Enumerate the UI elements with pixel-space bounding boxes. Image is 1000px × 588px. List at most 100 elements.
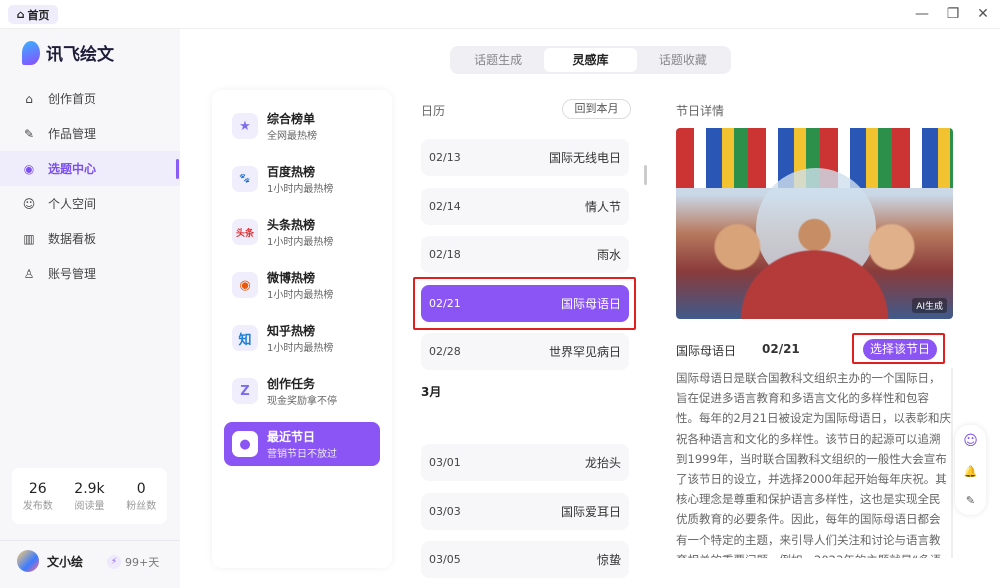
nav-icon: ✎ bbox=[23, 126, 35, 141]
category-item[interactable]: ◉ 微博热榜 1小时内最热榜 bbox=[224, 263, 380, 307]
category-title: 头条热榜 bbox=[267, 218, 316, 232]
row-date: 03/03 bbox=[429, 504, 461, 518]
calendar-row[interactable]: 02/18 雨水 bbox=[421, 236, 629, 273]
category-icon: ◉ bbox=[232, 272, 258, 298]
nav-icon: ☺ bbox=[22, 196, 36, 211]
row-festival: 情人节 bbox=[584, 199, 621, 214]
minimize-button[interactable]: — bbox=[914, 6, 930, 22]
nav-icon: ◉ bbox=[23, 161, 35, 176]
tab-bar: 话题生成 灵感库 话题收藏 bbox=[450, 46, 731, 74]
stat-label: 发布数 bbox=[22, 500, 53, 512]
home-icon: ⌂ bbox=[16, 8, 25, 21]
sidebar-item-label: 账号管理 bbox=[48, 267, 97, 281]
sidebar-item-label: 作品管理 bbox=[48, 127, 97, 141]
description-scrollbar[interactable] bbox=[951, 368, 953, 558]
row-date: 02/18 bbox=[429, 248, 461, 261]
row-date: 03/05 bbox=[429, 553, 461, 566]
sidebar-item-label: 个人空间 bbox=[48, 197, 97, 211]
category-item[interactable]: Z 创作任务现金奖励拿不停 bbox=[224, 369, 380, 413]
calendar-row[interactable]: 03/03 国际爱耳日 bbox=[421, 492, 629, 530]
ai-tag: AI生成 bbox=[912, 298, 947, 313]
category-subtitle: 1小时内最热榜 bbox=[267, 237, 334, 248]
stat-label: 粉丝数 bbox=[126, 500, 157, 512]
tab-inspiration[interactable]: 灵感库 bbox=[544, 48, 637, 72]
sidebar-item[interactable]: ✎ 作品管理 bbox=[0, 116, 180, 151]
lightning-icon: ⚡ bbox=[107, 555, 121, 569]
category-subtitle: 现金奖励拿不停 bbox=[267, 396, 337, 407]
row-festival: 国际无线电日 bbox=[548, 151, 621, 165]
divider bbox=[0, 540, 180, 541]
category-subtitle: 1小时内最热榜 bbox=[267, 184, 334, 195]
row-date: 02/14 bbox=[429, 199, 461, 213]
category-item[interactable]: 知知乎热榜 1小时内最热榜 bbox=[224, 316, 380, 360]
stat-value: 0 bbox=[136, 480, 146, 497]
sidebar-item[interactable]: ◉ 选题中心 bbox=[0, 151, 180, 186]
stat: 0 粉丝数 bbox=[126, 481, 156, 512]
category-item[interactable]: 🐾 百度热榜 1小时内最热榜 bbox=[224, 157, 380, 201]
row-festival: 雨水 bbox=[596, 248, 621, 262]
row-festival: 国际爱耳日 bbox=[560, 504, 621, 519]
category-title: 综合榜单 bbox=[267, 112, 316, 126]
category-subtitle: 全网最热榜 bbox=[267, 131, 317, 142]
row-festival: 龙抬头 bbox=[584, 456, 621, 470]
detail-header: 节日详情 bbox=[676, 104, 725, 118]
category-title: 百度热榜 bbox=[267, 165, 316, 179]
calendar-row[interactable]: 03/01 龙抬头 bbox=[421, 444, 629, 481]
restore-button[interactable]: ❐ bbox=[945, 6, 961, 22]
avatar bbox=[17, 550, 39, 572]
category-title: 微博热榜 bbox=[267, 271, 316, 285]
assistant-icon[interactable]: ☺ bbox=[963, 433, 978, 449]
category-title: 最近节日 bbox=[267, 430, 316, 444]
category-icon: ★ bbox=[232, 113, 258, 139]
stat-value: 26 bbox=[28, 480, 47, 497]
nav-icon: ⌂ bbox=[25, 91, 33, 106]
sidebar-item-label: 选题中心 bbox=[48, 162, 97, 176]
calendar-header: 日历 bbox=[421, 104, 446, 118]
calendar-row[interactable]: 02/13 国际无线电日 bbox=[421, 139, 629, 176]
user-profile[interactable]: 文小绘 bbox=[17, 550, 83, 572]
category-item[interactable]: ● 最近节日 营销节日不放过 bbox=[224, 422, 380, 466]
row-date: 02/28 bbox=[429, 345, 461, 358]
sidebar-item[interactable]: ▥ 数据看板 bbox=[0, 221, 180, 256]
close-button[interactable]: ✕ bbox=[975, 6, 991, 22]
tab-favorites[interactable]: 话题收藏 bbox=[637, 48, 729, 72]
category-icon: 头条 bbox=[232, 219, 258, 245]
calendar-row[interactable]: 02/14 情人节 bbox=[421, 187, 629, 225]
row-festival: 惊蛰 bbox=[596, 553, 621, 567]
tab-topic-generate[interactable]: 话题生成 bbox=[452, 48, 544, 72]
edit-icon[interactable]: ✎ bbox=[966, 494, 975, 507]
scrollbar[interactable] bbox=[644, 165, 647, 185]
stat: 2.9k 阅读量 bbox=[74, 481, 104, 512]
category-icon: Z bbox=[232, 378, 258, 404]
sidebar-item[interactable]: ⌂ 创作首页 bbox=[0, 81, 180, 116]
category-subtitle: 1小时内最热榜 bbox=[267, 343, 334, 354]
row-festival: 世界罕见病日 bbox=[548, 345, 621, 359]
category-subtitle: 1小时内最热榜 bbox=[267, 290, 334, 301]
stats-card: 26 发布数 2.9k 阅读量 0 粉丝数 bbox=[12, 468, 167, 524]
category-item[interactable]: 头条 头条热榜 1小时内最热榜 bbox=[224, 210, 380, 254]
vip-badge[interactable]: ⚡ 99+天 bbox=[107, 553, 159, 571]
sidebar-item[interactable]: ♙ 账号管理 bbox=[0, 256, 180, 291]
category-title: 创作任务 bbox=[267, 377, 316, 391]
row-date: 02/13 bbox=[429, 151, 461, 164]
calendar-row[interactable]: 02/28 世界罕见病日 bbox=[421, 333, 629, 370]
calendar-row[interactable]: 03/05 惊蛰 bbox=[421, 541, 629, 578]
nav-icon: ♙ bbox=[23, 266, 35, 281]
festival-description: 国际母语日是联合国教科文组织主办的一个国际日，旨在促进多语言教育和多语言文化的多… bbox=[676, 371, 951, 558]
floating-toolbar: ☺ 🔔 ✎ bbox=[955, 425, 986, 515]
category-title: 知乎热榜 bbox=[267, 324, 316, 338]
stat-value: 2.9k bbox=[74, 480, 105, 497]
nav-icon: ▥ bbox=[23, 231, 35, 246]
home-tab-label: 首页 bbox=[27, 8, 50, 22]
category-icon: 🐾 bbox=[232, 166, 258, 192]
stat-label: 阅读量 bbox=[74, 500, 105, 512]
logo-icon bbox=[22, 40, 40, 65]
category-icon: 知 bbox=[232, 325, 258, 351]
back-to-month-button[interactable]: 回到本月 bbox=[562, 99, 631, 119]
home-tab[interactable]: ⌂ 首页 bbox=[8, 5, 58, 24]
category-item[interactable]: ★ 综合榜单全网最热榜 bbox=[224, 104, 380, 148]
sidebar-item[interactable]: ☺ 个人空间 bbox=[0, 186, 180, 221]
bell-icon[interactable]: 🔔 bbox=[964, 465, 978, 478]
row-date: 03/01 bbox=[429, 456, 461, 469]
user-name: 文小绘 bbox=[47, 554, 84, 569]
